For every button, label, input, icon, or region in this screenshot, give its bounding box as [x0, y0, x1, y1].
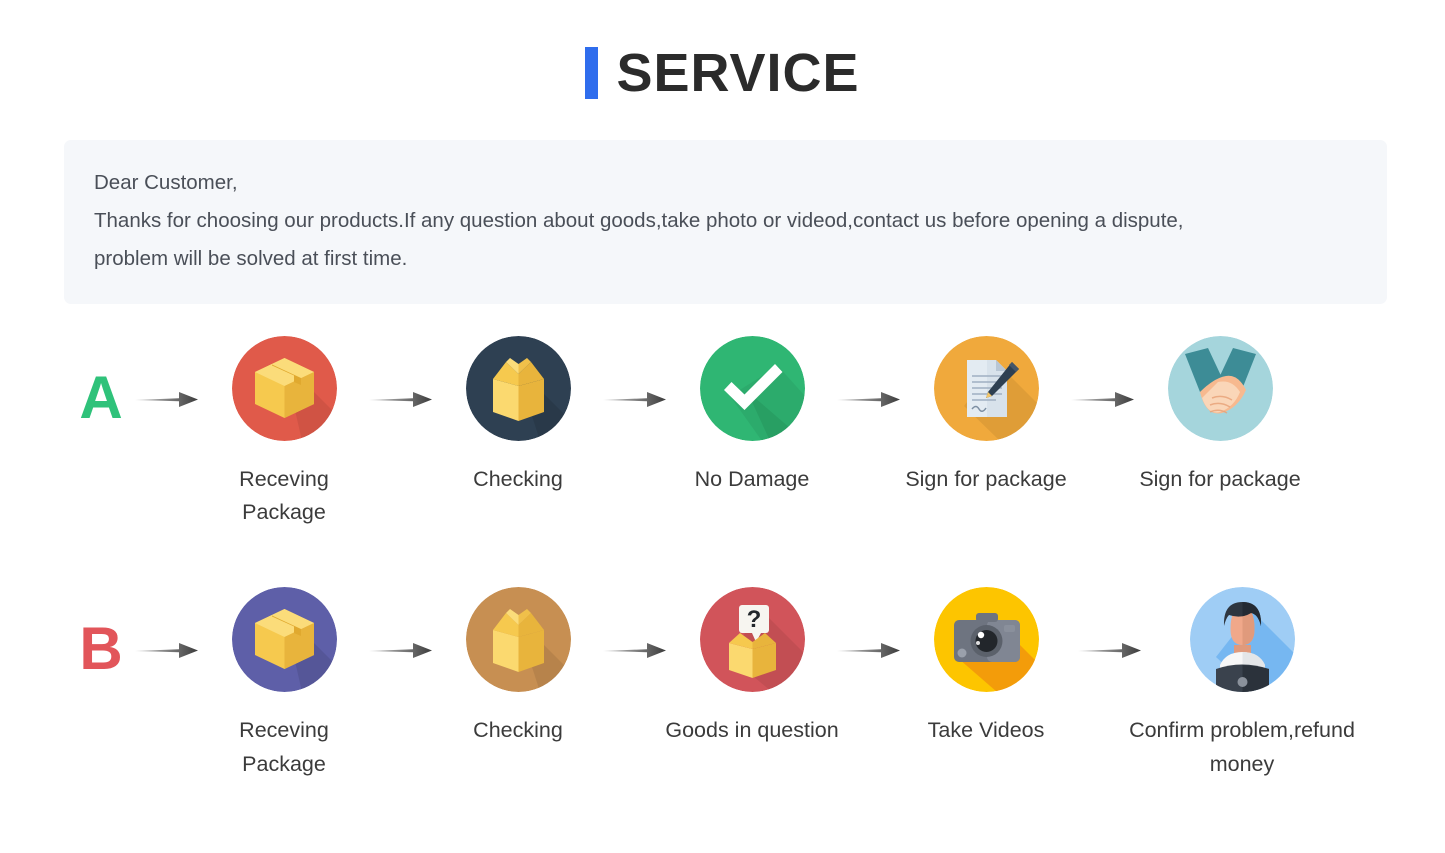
step-take-videos: Take Videos	[906, 587, 1066, 747]
svg-text:?: ?	[746, 606, 761, 633]
customer-notice-box: Dear Customer, Thanks for choosing our p…	[64, 140, 1387, 304]
package-box-icon	[231, 335, 337, 441]
step-checking-b: Checking	[438, 587, 598, 747]
step-receving-package-b: Receving Package	[204, 587, 364, 781]
step-label: Receving Package	[239, 718, 329, 776]
step-label: Receving Package	[239, 466, 329, 525]
arrow-right-icon	[130, 388, 204, 410]
step-confirm-problem-refund: Confirm problem,refund money	[1129, 587, 1355, 781]
step-label: Confirm problem,refund money	[1129, 718, 1355, 776]
notice-greeting: Dear Customer,	[94, 171, 238, 194]
flow-letter-b: B	[79, 615, 123, 683]
step-label: Take Videos	[927, 718, 1045, 743]
notice-line-3: problem will be solved at first time.	[94, 246, 408, 270]
package-box-icon	[231, 587, 337, 693]
step-label: Sign for package	[1139, 466, 1301, 491]
arrow-right-icon	[598, 639, 672, 661]
step-label: Checking	[473, 718, 563, 743]
person-avatar-icon	[1189, 587, 1295, 693]
flow-letter-a: A	[79, 363, 123, 431]
box-question-icon: ?	[699, 587, 805, 693]
arrow-right-icon	[1066, 639, 1154, 661]
arrow-right-icon	[832, 639, 906, 661]
handshake-icon	[1167, 335, 1273, 441]
camera-icon	[933, 587, 1039, 693]
step-goods-in-question: ? Goods in question	[665, 587, 839, 747]
title-text: SERVICE	[616, 43, 860, 103]
arrow-right-icon	[598, 388, 672, 410]
service-page: SERVICE Dear Customer, Thanks for choosi…	[0, 0, 1445, 853]
arrow-right-icon	[130, 639, 204, 661]
open-box-icon	[465, 335, 571, 441]
checkmark-icon	[699, 335, 805, 441]
step-label: No Damage	[694, 466, 810, 491]
flow-row-a: A Receving Package Checking No Damage Si…	[0, 335, 1445, 530]
step-no-damage: No Damage	[672, 335, 832, 496]
open-box-icon	[465, 587, 571, 693]
arrow-right-icon	[832, 388, 906, 410]
step-checking-a: Checking	[438, 335, 598, 496]
step-sign-for-package-handshake: Sign for package	[1139, 335, 1301, 496]
notice-line-2: Thanks for choosing our products.If any …	[94, 208, 1184, 232]
arrow-right-icon	[1066, 388, 1140, 410]
step-label: Sign for package	[905, 466, 1067, 491]
arrow-right-icon	[364, 388, 438, 410]
step-sign-for-package-doc: Sign for package	[905, 335, 1067, 496]
step-label: Checking	[473, 466, 563, 491]
title-accent-bar	[585, 47, 599, 99]
arrow-right-icon	[364, 639, 438, 661]
step-receving-package-a: Receving Package	[204, 335, 364, 530]
step-label: Goods in question	[665, 718, 839, 743]
document-pen-icon	[933, 335, 1039, 441]
page-title: SERVICE	[0, 0, 1445, 100]
flow-row-b: B Receving Package Checking ? Goods in q…	[0, 587, 1445, 781]
